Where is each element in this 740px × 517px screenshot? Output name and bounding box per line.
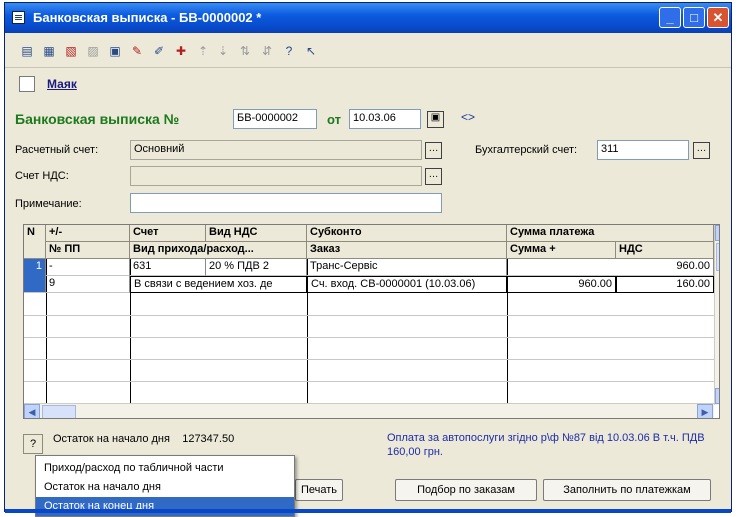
scroll-down-button[interactable]: ▼ — [715, 388, 719, 404]
edit-icon[interactable]: ✐ — [151, 43, 167, 59]
empty-row-line — [24, 381, 714, 382]
document-date-field[interactable]: 10.03.06 — [349, 109, 421, 129]
close-button[interactable]: ✕ — [707, 7, 729, 28]
menu-item-flow[interactable]: Приход/расход по табличной части — [36, 459, 294, 478]
row-pp-cell[interactable]: 9 — [46, 276, 130, 293]
toolbar: ▤ ▦ ▧ ▨ ▣ ✎ ✐ ✚ ⇡ ⇣ ⇅ ⇵ ? ↖ — [5, 34, 731, 68]
vat-account-field[interactable] — [130, 166, 422, 186]
col-pm-header[interactable]: +/- — [46, 225, 130, 242]
payments-table[interactable]: N +/- № ПП Счет Вид НДС Вид прихода/расх… — [23, 224, 720, 419]
balance-info: Остаток на начало дня 127347.50 — [53, 433, 234, 445]
account-field[interactable]: Основний — [130, 140, 422, 160]
document-number-field[interactable]: БВ-0000002 — [233, 109, 317, 129]
vertical-scrollbar[interactable]: ▲ ▼ — [714, 225, 719, 405]
copy-row-icon[interactable]: ▦ — [41, 43, 57, 59]
menu-item-end-balance[interactable]: Остаток на конец дня — [36, 497, 294, 516]
sort-asc-icon[interactable]: ⇅ — [237, 43, 253, 59]
row-account-cell[interactable]: 631 — [130, 259, 206, 276]
minimize-button[interactable]: _ — [659, 7, 681, 28]
vat-select-button[interactable]: … — [425, 168, 442, 185]
up-arrow-icon[interactable]: ⇡ — [195, 43, 211, 59]
balance-label: Остаток на начало дня — [53, 433, 170, 445]
scroll-thumb[interactable] — [716, 243, 719, 271]
row-number-cell[interactable]: 1 — [24, 259, 46, 293]
calendar-icon: ▣ — [430, 112, 441, 123]
organization-link[interactable]: Маяк — [47, 77, 77, 91]
vat-account-label: Счет НДС: — [15, 170, 69, 182]
edit-row-icon[interactable]: ▧ — [63, 43, 79, 59]
horizontal-scrollbar[interactable]: ◀ ▶ — [24, 403, 714, 418]
empty-row-line — [24, 337, 714, 338]
balance-help-button[interactable]: ? — [23, 434, 43, 454]
fill-by-payments-button[interactable]: Заполнить по платежкам — [543, 479, 711, 501]
accounting-account-label: Бухгалтерский счет: — [475, 144, 578, 156]
col-payment-sum-header[interactable]: Сумма платежа — [507, 225, 714, 242]
taskbar-strip — [5, 509, 731, 513]
menu-item-start-balance[interactable]: Остаток на начало дня — [36, 478, 294, 497]
col-vat-type-header[interactable]: Вид НДС — [206, 225, 307, 242]
scroll-left-button[interactable]: ◀ — [24, 404, 40, 418]
document-icon — [12, 11, 25, 24]
select-by-orders-button[interactable]: Подбор по заказам — [395, 479, 537, 501]
link-toggle-icon[interactable]: <> — [461, 110, 475, 124]
calendar-button[interactable]: ▣ — [427, 111, 444, 128]
payment-note: Оплата за автопослуги згідно р\ф №87 від… — [387, 432, 705, 458]
col-flow-type-header[interactable]: Вид прихода/расход... — [130, 242, 307, 259]
scroll-up-button[interactable]: ▲ — [715, 225, 719, 241]
maximize-button[interactable]: □ — [683, 7, 705, 28]
accounting-account-field[interactable]: 311 — [597, 140, 689, 160]
col-pp-header[interactable]: № ПП — [46, 242, 130, 259]
document-window: Банковская выписка - БВ-0000002 * _ □ ✕ … — [4, 2, 732, 517]
accounting-select-button[interactable]: … — [693, 142, 710, 159]
col-account-header[interactable]: Счет — [130, 225, 206, 242]
h-scroll-thumb[interactable] — [42, 405, 76, 418]
down-arrow-icon[interactable]: ⇣ — [215, 43, 231, 59]
row-vat-cell[interactable]: 160.00 — [616, 276, 714, 293]
mark-icon[interactable]: ✎ — [129, 43, 145, 59]
row-sum-cell[interactable]: 960.00 — [507, 259, 714, 276]
help-icon[interactable]: ? — [281, 43, 297, 59]
document-title: Банковская выписка № — [15, 111, 180, 127]
print-button[interactable]: Печать — [295, 479, 343, 501]
plus-icon[interactable]: ✚ — [173, 43, 189, 59]
col-subconto-header[interactable]: Субконто — [307, 225, 507, 242]
organization-selector-box[interactable] — [19, 76, 35, 92]
row-subconto-cell[interactable]: Транс-Сервіс — [307, 259, 507, 276]
row-pm-cell[interactable]: - — [46, 259, 130, 276]
col-vat-header[interactable]: НДС — [616, 242, 714, 259]
row-vat-type-cell[interactable]: 20 % ПДВ 2 — [206, 259, 307, 276]
col-order-header[interactable]: Заказ — [307, 242, 507, 259]
context-help-icon[interactable]: ↖ — [303, 43, 319, 59]
account-select-button[interactable]: … — [425, 142, 442, 159]
empty-row-line — [24, 359, 714, 360]
doc-icon[interactable]: ▣ — [107, 43, 123, 59]
window-title: Банковская выписка - БВ-0000002 * — [33, 10, 262, 25]
delete-row-icon[interactable]: ▨ — [85, 43, 101, 59]
note-field[interactable] — [130, 193, 442, 213]
col-sum-plus-header[interactable]: Сумма + — [507, 242, 616, 259]
empty-row-line — [24, 315, 714, 316]
row-sum-plus-cell[interactable]: 960.00 — [507, 276, 616, 293]
col-n-header[interactable]: N — [24, 225, 46, 259]
sort-desc-icon[interactable]: ⇵ — [259, 43, 275, 59]
balance-mode-menu: Приход/расход по табличной части Остаток… — [35, 455, 295, 517]
row-order-cell[interactable]: Сч. вход. СВ-0000001 (10.03.06) — [307, 276, 507, 293]
account-label: Расчетный счет: — [15, 144, 99, 156]
balance-value: 127347.50 — [182, 433, 235, 445]
new-row-icon[interactable]: ▤ — [19, 43, 35, 59]
date-label: от — [327, 112, 341, 127]
title-bar[interactable]: Банковская выписка - БВ-0000002 * _ □ ✕ — [5, 3, 731, 33]
scroll-right-button[interactable]: ▶ — [697, 404, 713, 418]
note-label: Примечание: — [15, 198, 82, 210]
row-flow-type-cell[interactable]: В связи с ведением хоз. де — [130, 276, 307, 293]
